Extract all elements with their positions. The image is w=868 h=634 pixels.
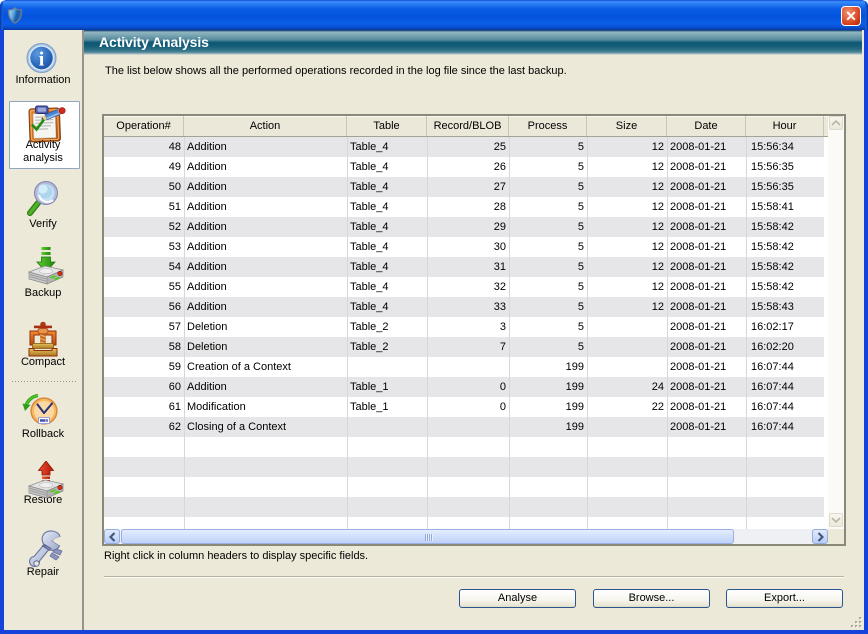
svg-text:i: i [39, 49, 45, 71]
